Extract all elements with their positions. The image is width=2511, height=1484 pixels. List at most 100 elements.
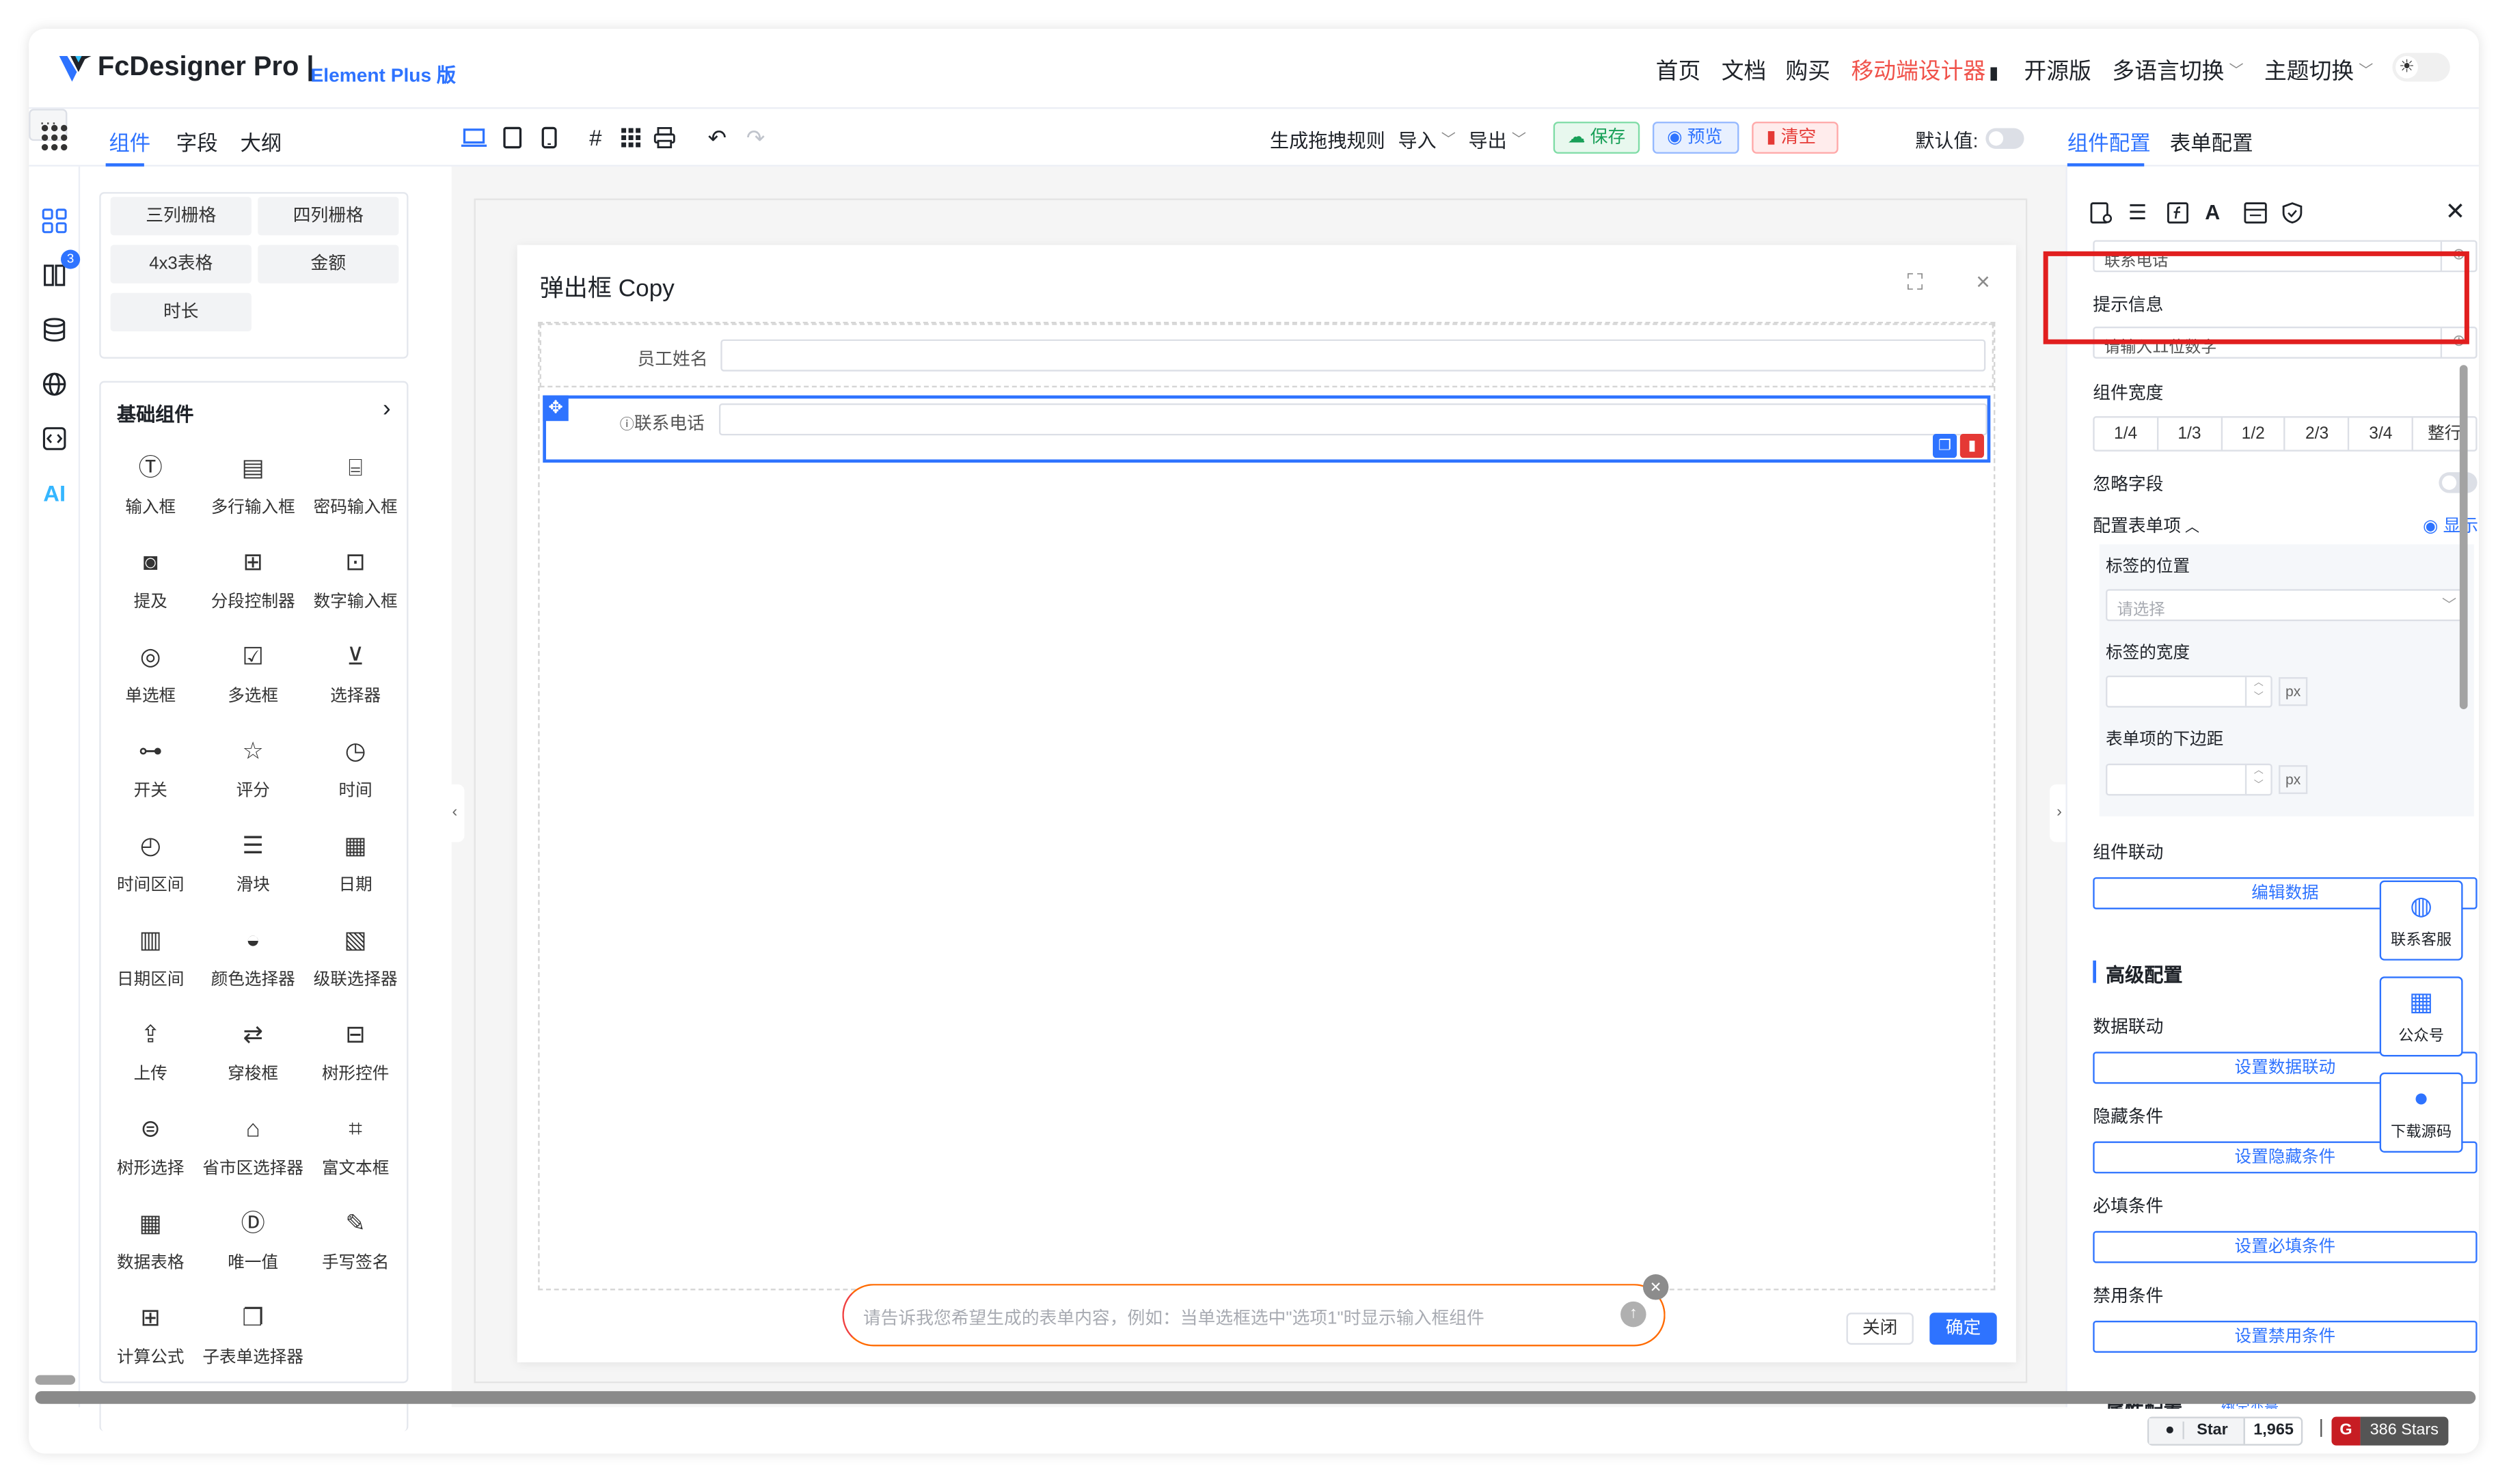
mobile-view-icon[interactable] <box>541 126 557 149</box>
dialog-confirm-button[interactable]: 确定 <box>1929 1313 1997 1345</box>
ignore-field-switch[interactable] <box>2439 472 2478 493</box>
component-item[interactable]: ▦ 日期 <box>304 831 407 896</box>
component-item[interactable]: ⇄ 穿梭框 <box>202 1019 304 1085</box>
tab-form-config[interactable]: 表单配置 <box>2170 126 2253 157</box>
panel-close-icon[interactable]: ✕ <box>2445 197 2465 226</box>
github-star-badge[interactable]: ● Star 1,965 <box>2147 1416 2303 1446</box>
grid-hash-icon[interactable]: # <box>589 125 601 150</box>
config-panel-scrollbar[interactable] <box>2459 365 2468 709</box>
item-margin-input[interactable]: ︿ ﹀ <box>2106 763 2272 796</box>
sliders-icon[interactable]: ☰ <box>2128 200 2147 225</box>
nav-mobile-designer[interactable]: 移动端设计器 ▮ <box>1851 55 1999 83</box>
stepper-arrows-icon[interactable]: ︿ ﹀ <box>2244 765 2270 795</box>
nav-buy[interactable]: 购买 <box>1785 55 1830 83</box>
components-icon[interactable] <box>42 208 67 234</box>
download-source-card[interactable]: ● 下载源码 <box>2379 1072 2463 1153</box>
component-item[interactable]: ▥ 日期区间 <box>99 925 202 991</box>
component-item[interactable]: ⊞ 计算公式 <box>99 1303 202 1369</box>
fullscreen-icon[interactable]: ⛶ <box>1908 269 1923 297</box>
default-value-switch[interactable] <box>1985 128 2024 149</box>
component-item[interactable]: ⇪ 上传 <box>99 1019 202 1085</box>
gitee-stars-badge[interactable]: G 386 Stars <box>2331 1416 2449 1446</box>
form-item-employee-name[interactable]: 员工姓名 <box>539 323 1994 388</box>
component-item[interactable]: ◎ 单选框 <box>99 642 202 708</box>
desktop-view-icon[interactable] <box>461 128 487 147</box>
width-option[interactable]: 1/4 <box>2095 417 2158 450</box>
chevron-right-icon[interactable]: › <box>383 396 391 423</box>
component-item[interactable]: ❐ 子表单选择器 <box>202 1303 304 1369</box>
nav-docs[interactable]: 文档 <box>1722 55 1767 83</box>
component-item[interactable]: ⊻ 选择器 <box>304 642 407 708</box>
clear-button[interactable]: ▮ 清空 <box>1752 122 1838 154</box>
tab-fields[interactable]: 字段 <box>176 126 218 157</box>
ai-icon[interactable]: AI <box>38 480 70 506</box>
width-option[interactable]: 3/4 <box>2350 417 2414 450</box>
delete-icon[interactable]: ▮ <box>1959 433 1984 458</box>
component-item[interactable]: ⊜ 树形选择 <box>99 1114 202 1180</box>
tablet-view-icon[interactable] <box>503 126 522 149</box>
drag-handle-icon[interactable]: ✥ <box>543 395 569 422</box>
component-item[interactable]: ⊞ 分段控制器 <box>202 547 304 613</box>
text-style-icon[interactable]: A <box>2205 200 2220 224</box>
database-icon[interactable] <box>42 317 67 342</box>
official-account-card[interactable]: ▦ 公众号 <box>2379 976 2463 1057</box>
apps-grid-icon[interactable] <box>41 124 68 151</box>
tab-outline[interactable]: 大纲 <box>240 126 282 157</box>
save-button[interactable]: ☁ 保存 <box>1553 122 1640 154</box>
label-width-input[interactable]: ︿ ﹀ <box>2106 675 2272 708</box>
set-disable-condition-button[interactable]: 设置禁用条件 <box>2093 1320 2478 1353</box>
send-arrow-icon[interactable]: ↑ <box>1620 1301 1646 1328</box>
ai-close-icon[interactable]: ✕ <box>1642 1274 1669 1300</box>
component-item[interactable]: ▤ 多行输入框 <box>202 453 304 519</box>
shield-icon[interactable] <box>2282 202 2303 224</box>
component-item[interactable]: Ⓓ 唯一值 <box>202 1209 304 1274</box>
nav-theme-switch[interactable]: 主题切换 ﹀ <box>2264 55 2373 83</box>
component-item[interactable]: ◷ 时间 <box>304 737 407 802</box>
show-toggle[interactable]: ◉ 显示 <box>2423 512 2478 538</box>
horizontal-scrollbar[interactable] <box>35 1391 2476 1404</box>
grid-layout-icon[interactable] <box>621 128 641 148</box>
component-chip[interactable]: 三列栅格 <box>110 197 252 236</box>
form-item-config-toggle[interactable]: 配置表单项 ︿ <box>2093 512 2199 538</box>
nav-language-switch[interactable]: 多语言切换 ﹀ <box>2112 55 2243 83</box>
tab-components[interactable]: 组件 <box>109 126 150 157</box>
component-item[interactable]: ◙ 提及 <box>99 547 202 613</box>
print-icon[interactable] <box>653 126 676 149</box>
tab-component-config[interactable]: 组件配置 <box>2067 126 2151 157</box>
redo-icon[interactable]: ↷ <box>746 125 765 150</box>
width-segmented-control[interactable]: 1/4 1/3 1/2 2/3 3/4 整行 <box>2093 416 2478 452</box>
code-icon[interactable] <box>42 426 67 451</box>
collapse-left-icon[interactable]: ‹ <box>445 784 465 842</box>
stepper-arrows-icon[interactable]: ︿ ﹀ <box>2244 677 2270 706</box>
nav-open-source[interactable]: 开源版 <box>2024 55 2091 83</box>
component-item[interactable]: ☰ 滑块 <box>202 831 304 896</box>
component-item[interactable]: Ⓣ 输入框 <box>99 453 202 519</box>
generate-rule-button[interactable]: 生成拖拽规则 <box>1270 126 1385 154</box>
ai-prompt-input[interactable]: 请告诉我您希望生成的表单内容，例如：当单选框选中"选项1"时显示输入框组件 ↑ <box>842 1284 1666 1347</box>
left-horizontal-scrollbar[interactable] <box>35 1375 76 1385</box>
component-chip[interactable]: 四列栅格 <box>258 197 399 236</box>
width-option[interactable]: 1/3 <box>2158 417 2223 450</box>
layout-icon[interactable] <box>2244 202 2268 224</box>
dark-mode-toggle[interactable]: ☀ <box>2392 53 2450 82</box>
component-item[interactable]: ⌂ 省市区选择器 <box>202 1114 304 1180</box>
set-required-condition-button[interactable]: 设置必填条件 <box>2093 1231 2478 1263</box>
component-chip[interactable]: 4x3表格 <box>110 245 252 284</box>
component-item[interactable]: ⊡ 数字输入框 <box>304 547 407 613</box>
label-position-select[interactable]: 请选择 ﹀ <box>2106 589 2468 622</box>
component-item[interactable]: ▧ 级联选择器 <box>304 925 407 991</box>
component-item[interactable]: ☑ 多选框 <box>202 642 304 708</box>
globe-icon[interactable] <box>42 372 67 397</box>
dialog-close-button[interactable]: 关闭 <box>1846 1313 1914 1345</box>
preview-button[interactable]: ◉ 预览 <box>1652 122 1739 154</box>
component-item[interactable]: ◴ 时间区间 <box>99 831 202 896</box>
nav-home[interactable]: 首页 <box>1656 55 1701 83</box>
component-item[interactable]: ⊟ 树形控件 <box>304 1019 407 1085</box>
component-item[interactable]: ✎ 手写签名 <box>304 1209 407 1274</box>
contact-support-card[interactable]: ◍ 联系客服 <box>2379 880 2463 961</box>
component-item[interactable]: ⌸ 密码输入框 <box>304 453 407 519</box>
component-item[interactable]: ◒ 颜色选择器 <box>202 925 304 991</box>
copy-icon[interactable]: ❐ <box>1933 433 1957 458</box>
component-chip[interactable]: 金额 <box>258 245 399 284</box>
component-item[interactable]: ⊶ 开关 <box>99 737 202 802</box>
